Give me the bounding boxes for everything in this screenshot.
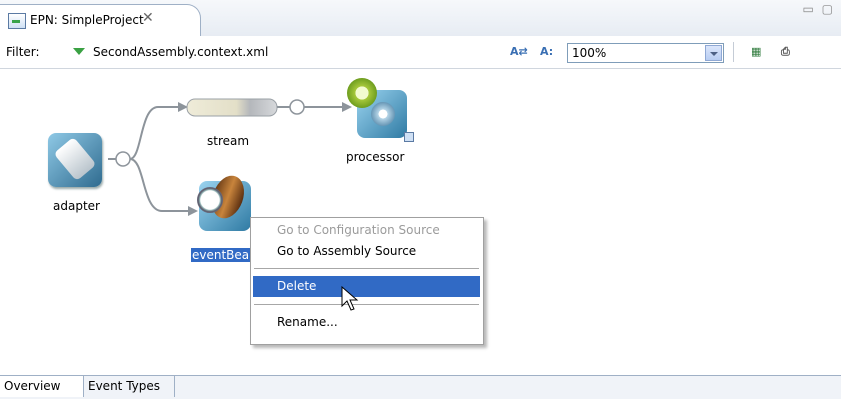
menu-item-label: Go to Configuration Source [277,223,440,237]
menu-item-go-to-configuration-source: Go to Configuration Source [253,220,480,241]
editor-tab-title: EPN: SimpleProject [30,13,144,27]
tab-label: Overview [4,379,61,393]
menu-item-label: Go to Assembly Source [277,244,417,258]
processor-icon[interactable] [347,78,407,138]
print-icon[interactable]: ⎙ [781,45,799,59]
menu-separator [254,268,479,269]
event-bean-label[interactable]: eventBea [191,248,251,262]
zoom-combo[interactable]: 100% [567,43,724,63]
layout-icon[interactable]: A⇄ [510,45,528,59]
connection-adapter-eventbean [129,158,188,212]
mouse-pointer-icon [341,286,359,311]
editor-page-tabs: Overview Event Types [0,375,841,399]
minimize-maximize-icon[interactable]: ▭ ▢ [803,2,836,16]
tab-event-types[interactable]: Event Types [84,376,175,397]
menu-separator [254,304,479,305]
stream-label[interactable]: stream [207,134,249,148]
junction-circle [289,99,305,115]
stream-node [186,98,278,117]
filter-bar: Filter: SecondAssembly.context.xml A⇄ A:… [0,36,841,69]
menu-item-label: Rename... [277,315,338,329]
adapter-icon[interactable] [48,133,102,187]
tab-overview[interactable]: Overview [0,376,84,397]
filter-value[interactable]: SecondAssembly.context.xml [93,45,268,59]
zoom-value: 100% [572,46,607,60]
arrowhead-icon [188,206,198,216]
menu-item-go-to-assembly-source[interactable]: Go to Assembly Source [253,241,480,262]
autofit-icon[interactable]: A: [540,45,558,59]
menu-item-delete[interactable]: Delete [253,276,480,297]
connection-adapter-stream [108,106,178,160]
filter-label: Filter: [6,45,40,59]
zoom-dropdown-button[interactable] [705,45,722,61]
editor-tab-strip: EPN: SimpleProject ✕ ▭ ▢ [0,0,841,37]
adapter-label[interactable]: adapter [53,199,100,213]
toolbar-separator [733,42,734,62]
menu-item-label: Delete [277,279,317,293]
tab-label: Event Types [88,379,161,393]
editor-tab[interactable]: EPN: SimpleProject ✕ [0,4,201,37]
menu-item-rename[interactable]: Rename... [253,312,480,333]
context-menu: Go to Configuration Source Go to Assembl… [250,217,484,345]
processor-badge-icon [404,132,414,142]
close-icon[interactable]: ✕ [142,10,154,26]
epn-editor-icon [8,13,26,29]
export-icon[interactable]: ▦ [751,45,769,59]
processor-label[interactable]: processor [346,150,404,164]
event-bean-icon[interactable] [197,181,251,231]
junction-circle [115,151,131,167]
filter-dropdown-arrow-icon[interactable] [73,48,85,55]
